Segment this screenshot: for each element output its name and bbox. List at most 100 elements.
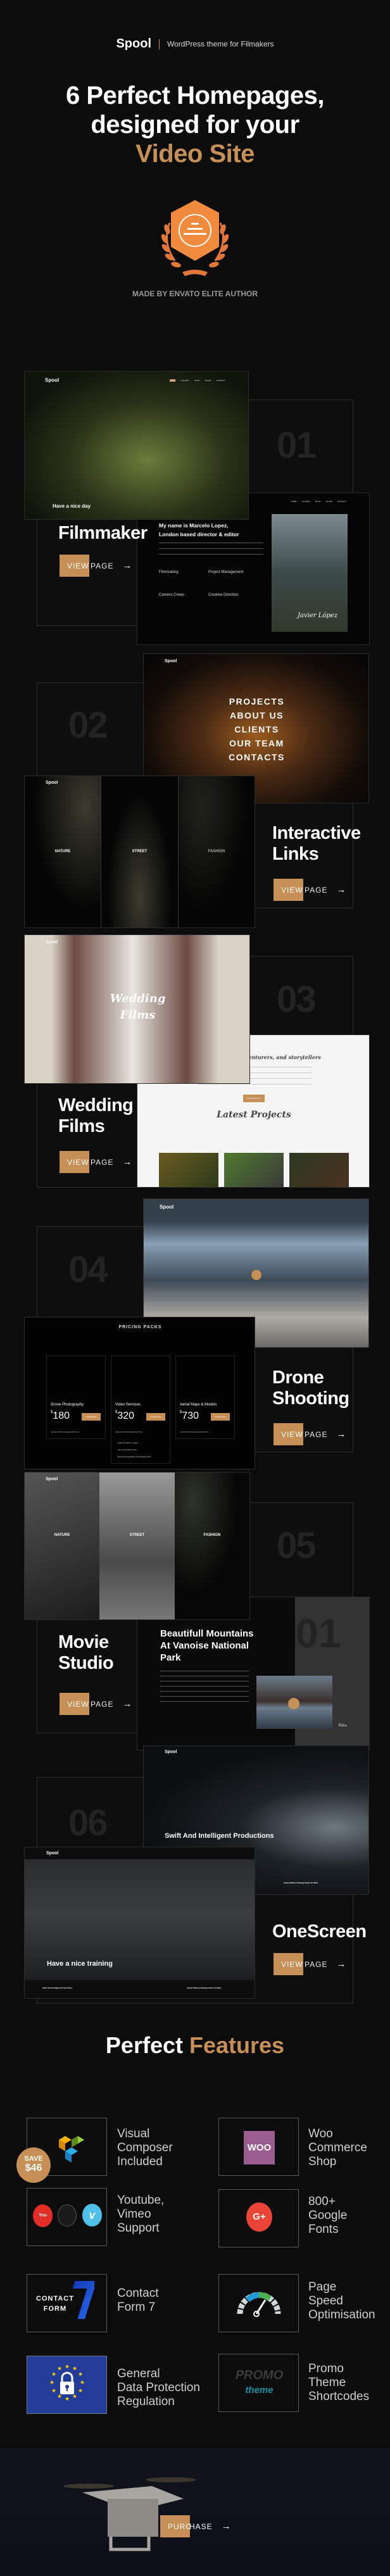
view-page-button[interactable]: VIEW PAGE →: [60, 1693, 135, 1715]
demo-title: Drone Shooting: [272, 1367, 349, 1409]
menu-item[interactable]: CLIENTS: [144, 722, 368, 736]
panels-preview[interactable]: NATURE STREET FASHION Spool: [24, 1472, 250, 1620]
menu-item[interactable]: CONTACTS: [144, 750, 368, 764]
view-page-button[interactable]: VIEW PAGE →: [274, 879, 349, 901]
menu-item[interactable]: ABOUT US: [144, 708, 368, 722]
wedding-hero-preview[interactable]: Spool Wedding Films: [24, 934, 250, 1084]
feature-label: Visual Composer Included: [117, 2127, 173, 2168]
panel[interactable]: STREET: [99, 1473, 175, 1619]
tagline: WordPress theme for Filmakers: [167, 39, 274, 49]
hero-script: Wedding Films: [110, 992, 166, 1022]
demo-title: OneScreen: [272, 1921, 367, 1942]
onescreen-front-preview[interactable]: Spool Have a nice training Swift And Int…: [24, 1847, 255, 1999]
feature-box: G+: [218, 2189, 299, 2247]
view-page-button[interactable]: VIEW PAGE →: [274, 1953, 349, 1975]
portrait-image: Javier López: [272, 514, 348, 632]
project-thumb[interactable]: [224, 1153, 284, 1187]
preview-nav: HOME GALLERY BLOG PAGES CONTACT: [170, 379, 225, 382]
elite-author-caption: MADE BY ENVATO ELITE AUTHOR: [132, 289, 258, 298]
purchase-button[interactable]: PURCHASE: [82, 1413, 101, 1421]
play-icon[interactable]: [288, 1698, 299, 1709]
pricing-card: Drone Photography $180 PURCHASE SHOW OPT…: [46, 1355, 106, 1439]
slide-counter: 01/05: [339, 1724, 347, 1728]
prev-item[interactable]: Swift And Intelligent Productions: [42, 1987, 72, 1989]
preview-logo: Spool: [46, 781, 58, 785]
brand-header: Spool WordPress theme for Filmakers: [0, 37, 390, 51]
svg-text:★: ★: [78, 2371, 83, 2377]
arrow-right-icon: →: [336, 1429, 347, 1440]
pricing-cards: Drone Photography $180 PURCHASE SHOW OPT…: [46, 1355, 235, 1464]
feature-label: Woo Commerce Shop: [308, 2127, 367, 2168]
hero-line-2: designed for your: [91, 111, 299, 139]
hero-line-1: 6 Perfect Homepages,: [66, 82, 324, 110]
play-icon[interactable]: [251, 1270, 261, 1280]
arrow-right-icon: →: [122, 1699, 133, 1709]
youtube-icon: You: [33, 2204, 53, 2227]
feature-label: Page Speed Optimisation: [308, 2280, 375, 2322]
options-toggle[interactable]: HIDE OPTIONS DESCRIPTION: [115, 1431, 142, 1433]
pricing-card: Aerial Maps & Models $730 PURCHASE SHOW …: [175, 1355, 235, 1439]
purchase-button[interactable]: PURCHASE: [146, 1413, 165, 1421]
view-page-button[interactable]: VIEW PAGE →: [60, 555, 135, 577]
view-page-button[interactable]: VIEW PAGE →: [274, 1423, 349, 1445]
next-item[interactable]: Vastly Different Backgrounds On Wall: [187, 1987, 221, 1989]
next-item[interactable]: Vastly Different Backgrounds On Wall: [284, 1882, 318, 1884]
pricing-preview[interactable]: PRICING PACKS Drone Photography $180 PUR…: [24, 1317, 255, 1469]
play-circle-icon: [58, 2204, 77, 2227]
menu-item[interactable]: PROJECTS: [144, 694, 368, 708]
hero-preview[interactable]: Spool HOME GALLERY BLOG PAGES CONTACT Have a…: [24, 371, 249, 520]
feature-label: General Data Protection Regulation: [117, 2367, 200, 2408]
svg-text:★: ★: [65, 2396, 70, 2402]
gdpr-lock-icon: ★ ★★★★★★★★★★★: [49, 2363, 85, 2402]
demo-title: Wedding Films: [58, 1095, 134, 1136]
svg-text:★: ★: [65, 2363, 70, 2370]
panels-preview[interactable]: NATURE STREET FASHION Spool: [24, 776, 255, 928]
arrow-right-icon: →: [122, 1157, 133, 1167]
menu-item[interactable]: OUR TEAM: [144, 736, 368, 750]
speedometer-icon: [237, 2292, 281, 2317]
logo: Spool: [116, 37, 152, 51]
about-body: [159, 543, 263, 558]
services-grid: Filmmaking Project Management Camera Crews…: [159, 570, 244, 597]
demo-number: 03: [277, 979, 316, 1020]
panel[interactable]: FASHION: [178, 776, 255, 927]
purchase-button[interactable]: PURC HASE →: [160, 2515, 232, 2537]
google-plus-icon: G+: [246, 2202, 272, 2232]
post-body: [160, 1671, 249, 1702]
panel[interactable]: NATURE: [25, 1473, 100, 1619]
preview-logo: Spool: [160, 1204, 174, 1210]
vimeo-icon: v: [82, 2204, 102, 2227]
arrow-right-icon: →: [221, 2521, 232, 2532]
purchase-button[interactable]: PURCHASE: [211, 1413, 230, 1421]
hero-accent: Video Site: [135, 140, 255, 168]
demo-number: 01: [277, 425, 316, 466]
footer-banner: [0, 2448, 390, 2576]
view-page-button[interactable]: VIEW PAGE →: [60, 1151, 135, 1173]
work-with-us-button[interactable]: WORK WITH US: [243, 1095, 265, 1102]
feature-label: Contact Form 7: [117, 2287, 159, 2314]
signature: Javier López: [298, 612, 337, 619]
panel[interactable]: STREET: [101, 776, 179, 927]
preview-logo: Spool: [46, 940, 58, 945]
drone-image-icon: [63, 2477, 196, 2551]
arrow-right-icon: →: [122, 560, 133, 571]
about-heading: My name is Marcelo Lopez, London based di…: [159, 522, 239, 537]
overlay-menu: PROJECTS ABOUT US CLIENTS OUR TEAM CONTA…: [144, 694, 368, 764]
project-thumb[interactable]: [289, 1153, 349, 1187]
video-thumb[interactable]: [256, 1676, 332, 1729]
panel[interactable]: NATURE: [25, 776, 102, 927]
demo-number: 02: [68, 705, 108, 746]
options-toggle[interactable]: SHOW OPTIONS DESCRIPTION: [51, 1431, 79, 1433]
options-toggle[interactable]: SHOW OPTIONS DESCRIPTION: [180, 1431, 208, 1433]
post-title: Beautifull Mountains At Vanoise National P…: [160, 1628, 254, 1663]
slide-caption: Have a nice training: [47, 1960, 113, 1968]
panel[interactable]: FASHION: [174, 1473, 249, 1619]
feature-box: CONTACT FORM: [27, 2274, 107, 2332]
demo-number: 05: [277, 1525, 316, 1566]
save-badge: SAVE $46: [16, 2147, 51, 2183]
preview-logo: Spool: [46, 1477, 58, 1481]
svg-text:★: ★: [78, 2387, 83, 2394]
feature-label: 800+ Google Fonts: [308, 2195, 348, 2236]
svg-text:★: ★: [80, 2379, 85, 2385]
project-thumb[interactable]: [159, 1153, 218, 1187]
